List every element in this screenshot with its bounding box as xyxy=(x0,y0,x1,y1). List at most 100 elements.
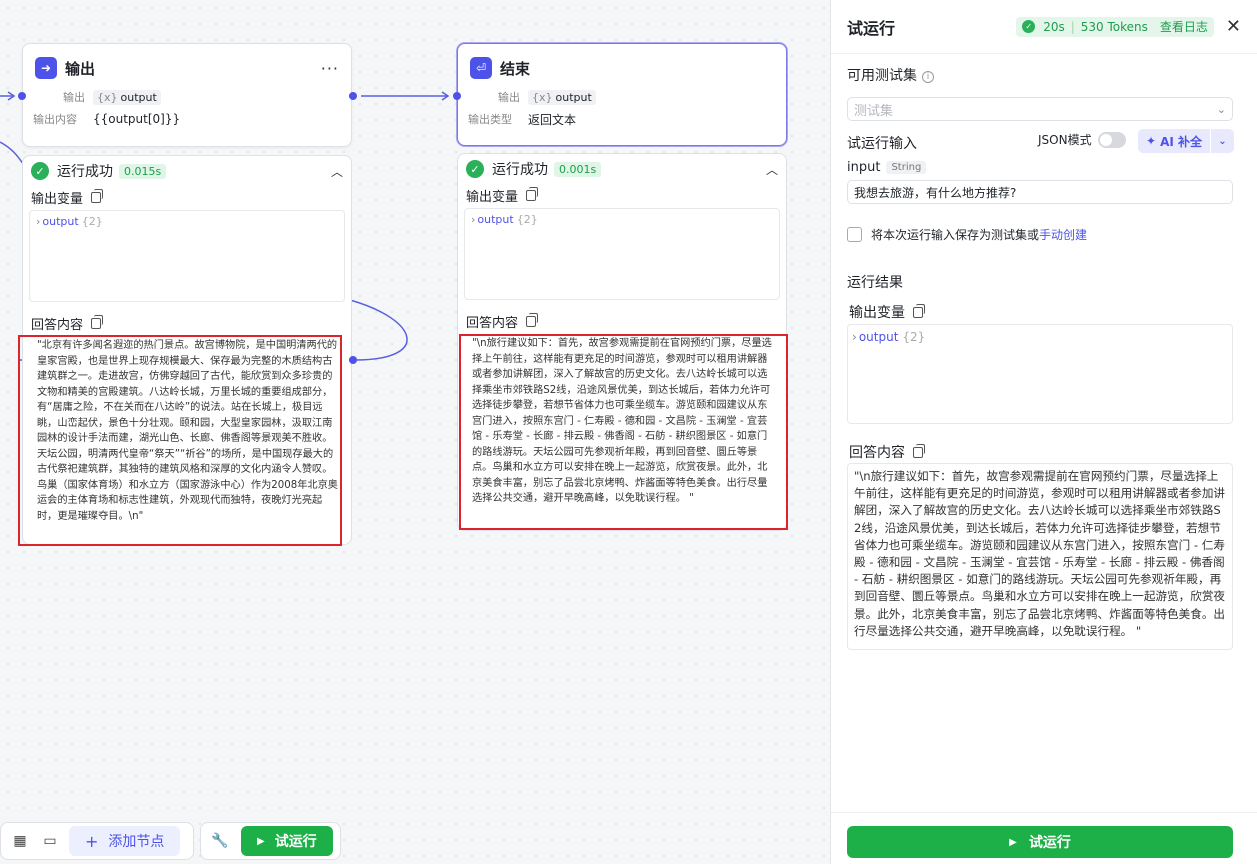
expand-arrow-icon[interactable]: › xyxy=(471,213,475,226)
ai-fill-button[interactable]: ✦ AI 补全 ⌄ xyxy=(1138,129,1234,153)
output-vars-label: 输出变量 xyxy=(466,189,519,205)
end-output-var-tag: {x} output xyxy=(528,89,596,105)
canvas-run-button[interactable]: ▶ 试运行 xyxy=(241,826,333,856)
run-stats-badge: ✓ 20s | 530 Tokens 查看日志 xyxy=(1016,16,1214,37)
output-label: 输出 xyxy=(63,91,85,104)
output-node-out-port[interactable] xyxy=(349,92,357,100)
run-input-label: 试运行输入 xyxy=(847,136,917,152)
collapse-chevron-icon[interactable]: ︿ xyxy=(766,161,778,178)
plus-icon: + xyxy=(85,831,99,851)
output-vars-box: › output {2} xyxy=(464,208,780,300)
save-testset-row: 将本次运行输入保存为测试集或 手动创建 xyxy=(847,226,1087,243)
test-run-panel: 试运行 ✓ 20s | 530 Tokens 查看日志 ✕ 可用测试集 i 测试集… xyxy=(830,0,1257,864)
highlight-box xyxy=(459,334,788,530)
manual-create-link[interactable]: 手动创建 xyxy=(1039,226,1087,243)
expand-arrow-icon[interactable]: › xyxy=(852,330,857,344)
run-time-badge: 0.001s xyxy=(554,161,602,177)
play-icon: ▶ xyxy=(1009,836,1017,848)
edge-loop xyxy=(349,299,408,361)
json-mode-toggle[interactable] xyxy=(1097,131,1126,148)
sparkle-icon: ✦ xyxy=(1146,134,1157,148)
input-field[interactable]: 我想去旅游，有什么地方推荐? xyxy=(847,180,1233,204)
info-icon: i xyxy=(922,71,934,83)
chevron-down-icon: ⌄ xyxy=(1216,102,1226,116)
ai-fill-label: AI 补全 xyxy=(1160,134,1202,149)
highlight-box xyxy=(18,335,342,546)
edge-curve-left xyxy=(0,141,25,166)
run-status: 运行成功 xyxy=(492,162,548,178)
content-label: 输出内容 xyxy=(33,113,77,126)
results-label: 运行结果 xyxy=(847,275,903,291)
json-mode-label: JSON模式 xyxy=(1038,133,1092,147)
output-vars-box: › output {2} xyxy=(29,210,345,302)
view-log-link[interactable]: 查看日志 xyxy=(1160,18,1208,35)
var-name[interactable]: output xyxy=(477,213,513,226)
panel-var-name[interactable]: output xyxy=(859,330,899,344)
copy-icon[interactable] xyxy=(526,312,539,327)
grid-icon[interactable]: ▦ xyxy=(5,826,35,856)
output-node-title: 输出 xyxy=(65,59,96,78)
collapse-chevron-icon[interactable]: ︿ xyxy=(331,163,343,180)
testset-select[interactable]: 测试集 ⌄ xyxy=(847,97,1233,121)
copy-icon[interactable] xyxy=(913,443,925,458)
output-var-tag: {x} output xyxy=(93,89,161,105)
run-status: 运行成功 xyxy=(57,164,113,180)
panel-vars-label: 输出变量 xyxy=(849,305,905,321)
loop-port[interactable] xyxy=(349,356,357,364)
panel-vars-box: › output {2} xyxy=(847,324,1233,424)
json-mode-toggle-group: JSON模式 xyxy=(1038,131,1126,148)
copy-icon[interactable] xyxy=(913,303,925,318)
end-type-value: 返回文本 xyxy=(528,112,577,127)
more-icon[interactable]: ··· xyxy=(321,59,339,78)
panel-footer: ▶ 试运行 xyxy=(831,812,1257,864)
panel-title: 试运行 xyxy=(847,18,896,38)
output-node[interactable]: ➜ 输出 ··· 输出 {x} output 输出内容 {{output[0]}} xyxy=(22,43,352,147)
add-node-label: 添加节点 xyxy=(108,834,165,850)
panel-var-count: {2} xyxy=(902,330,926,344)
workflow-canvas[interactable]: ➜ 输出 ··· 输出 {x} output 输出内容 {{output[0]}}… xyxy=(0,0,830,864)
copy-icon[interactable] xyxy=(91,188,104,203)
save-testset-checkbox[interactable] xyxy=(847,227,862,242)
play-icon: ▶ xyxy=(257,835,265,847)
end-node-title: 结束 xyxy=(500,59,531,78)
end-node[interactable]: ⏎ 结束 输出 {x} output 输出类型 返回文本 xyxy=(457,43,787,146)
panel-answer-text: "\n旅行建议如下：首先，故宫参观需提前在官网预约门票，尽量选择上午前往，这样能… xyxy=(847,463,1233,650)
success-check-icon: ✓ xyxy=(31,162,49,180)
answer-label: 回答内容 xyxy=(466,315,519,331)
end-node-icon: ⏎ xyxy=(470,57,492,79)
run-toolbar: 🔧 ▶ 试运行 xyxy=(200,822,341,860)
tokens: 530 Tokens xyxy=(1080,19,1148,34)
run-time-badge: 0.015s xyxy=(119,163,167,179)
add-node-button[interactable]: + 添加节点 xyxy=(69,826,181,856)
duration: 20s xyxy=(1043,19,1065,34)
copy-icon[interactable] xyxy=(91,314,104,329)
panel-run-label: 试运行 xyxy=(1028,835,1071,851)
output-vars-label: 输出变量 xyxy=(31,191,84,207)
output-node-icon: ➜ xyxy=(35,57,57,79)
end-output-label: 输出 xyxy=(498,91,520,104)
save-testset-text: 将本次运行输入保存为测试集或 xyxy=(871,228,1040,242)
run-label: 试运行 xyxy=(274,834,317,850)
panel-run-button[interactable]: ▶ 试运行 xyxy=(847,826,1233,858)
wrench-icon[interactable]: 🔧 xyxy=(205,826,235,856)
answer-label: 回答内容 xyxy=(31,317,84,333)
var-count: {2} xyxy=(81,215,103,228)
success-check-icon: ✓ xyxy=(466,160,484,178)
chevron-down-icon[interactable]: ⌄ xyxy=(1210,129,1234,153)
var-name[interactable]: output xyxy=(42,215,78,228)
testset-label: 可用测试集 i xyxy=(847,65,934,85)
panel-answer-label: 回答内容 xyxy=(849,445,905,461)
end-type-label: 输出类型 xyxy=(468,113,512,126)
testset-placeholder: 测试集 xyxy=(854,103,894,119)
input-name: input xyxy=(847,160,881,175)
success-check-icon: ✓ xyxy=(1022,20,1036,33)
var-count: {2} xyxy=(516,213,538,226)
input-type-tag: String xyxy=(886,161,927,174)
close-icon[interactable]: ✕ xyxy=(1226,16,1241,37)
input-field-label: input String xyxy=(847,160,927,175)
minimap-icon[interactable]: ▭ xyxy=(35,826,65,856)
end-node-in-port[interactable] xyxy=(453,92,461,100)
output-node-in-port[interactable] xyxy=(18,92,26,100)
copy-icon[interactable] xyxy=(526,186,539,201)
expand-arrow-icon[interactable]: › xyxy=(36,215,40,228)
